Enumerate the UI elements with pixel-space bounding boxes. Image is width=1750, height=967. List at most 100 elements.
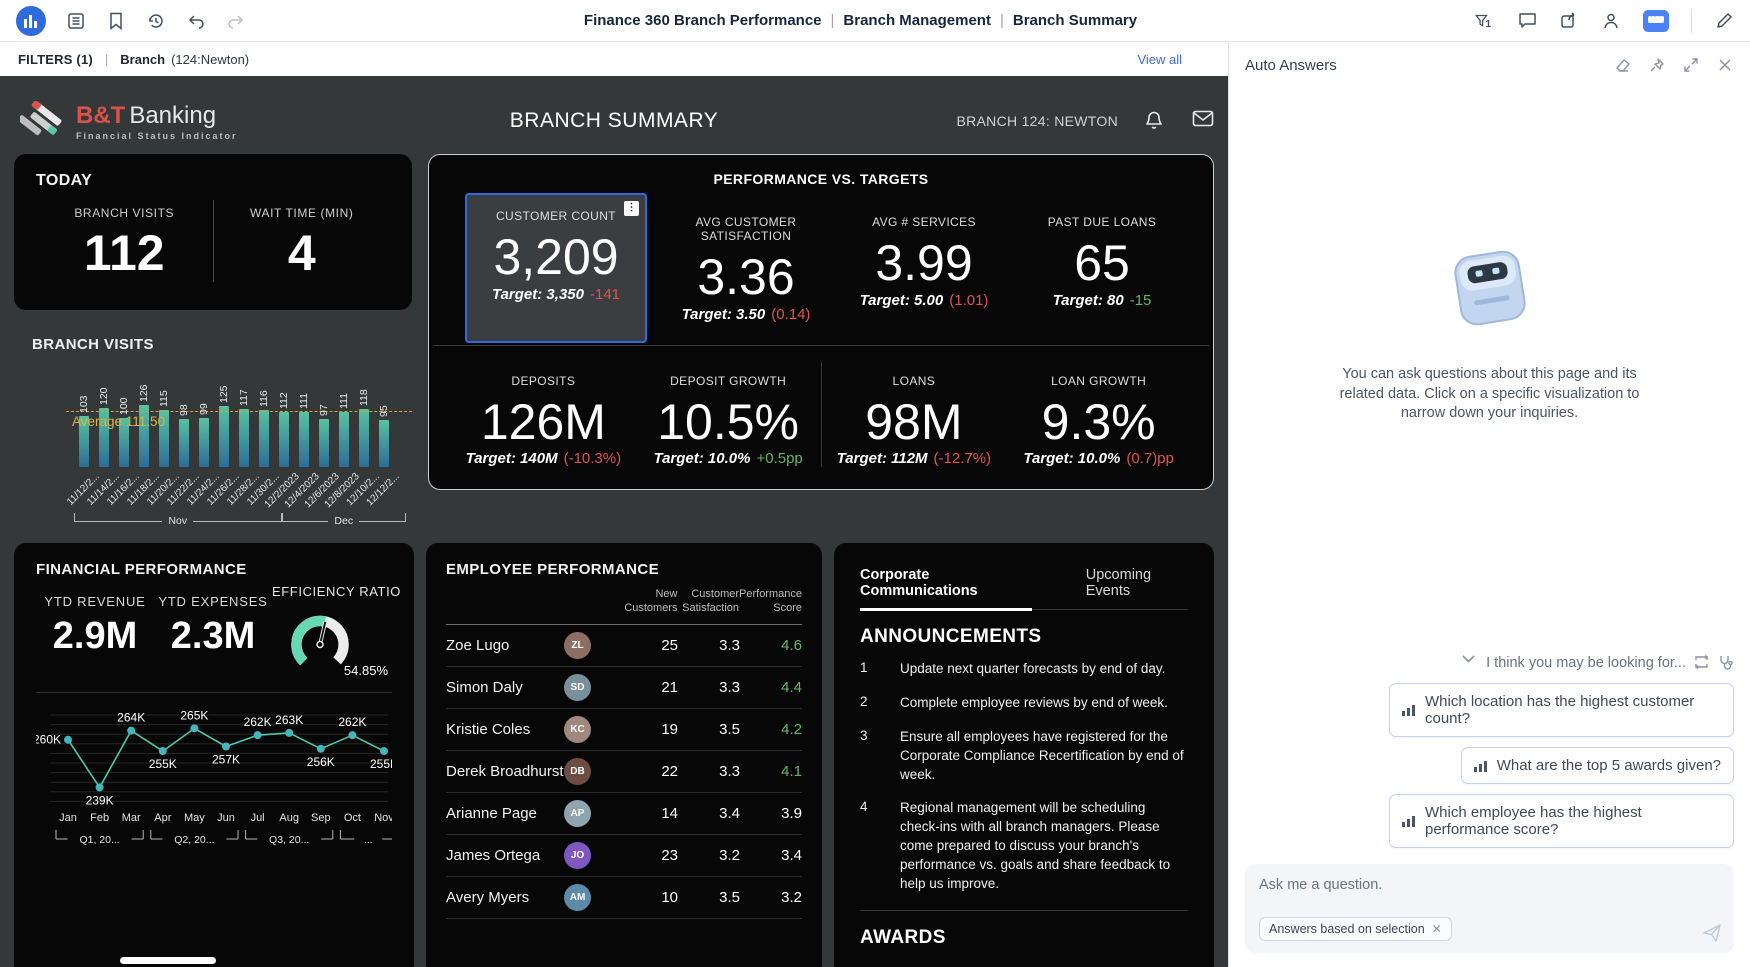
suggestion-chip[interactable]: What are the top 5 awards given? [1461, 747, 1734, 784]
employee-row[interactable]: Avery MyersAM103.53.2 [446, 877, 802, 919]
redo-icon[interactable] [226, 11, 246, 31]
bell-icon[interactable] [1144, 110, 1166, 132]
selection-context-chip[interactable]: Answers based on selection ✕ [1259, 917, 1452, 941]
financial-panel[interactable]: FINANCIAL PERFORMANCE YTD REVENUE 2.9M Y… [14, 543, 414, 967]
kpi-label: CUSTOMER COUNT [467, 209, 645, 223]
employee-title: EMPLOYEE PERFORMANCE [446, 561, 802, 578]
bar[interactable] [319, 419, 329, 467]
kpi-avg-services[interactable]: AVG # SERVICES3.99Target: 5.00(1.01) [835, 203, 1013, 323]
employee-row[interactable]: James OrtegaJO233.23.4 [446, 835, 802, 877]
branch-label: BRANCH 124: NEWTON [956, 113, 1118, 129]
kpi-avg-customer-satisfaction[interactable]: AVG CUSTOMER SATISFACTION3.36Target: 3.5… [657, 203, 835, 323]
data-point[interactable] [159, 747, 167, 755]
employee-row[interactable]: Simon DalySD213.34.4 [446, 667, 802, 709]
avatar-cell: DB [564, 758, 616, 785]
bar[interactable] [259, 410, 269, 467]
data-point[interactable] [96, 783, 104, 791]
divider [36, 692, 392, 693]
auto-answers-panel: Auto Answers [1228, 42, 1750, 967]
bar[interactable] [359, 409, 369, 467]
kpi-ytd-expenses[interactable]: YTD EXPENSES 2.3M [154, 594, 272, 678]
comment-icon[interactable] [1517, 11, 1537, 31]
efficiency-gauge[interactable]: EFFICIENCY RATIO 54.85% [272, 584, 392, 678]
kpi-deposits[interactable]: DEPOSITS126MTarget: 140M(-10.3%) [451, 362, 636, 468]
refresh-icon[interactable] [1694, 655, 1710, 671]
insights-icon[interactable] [1718, 655, 1734, 671]
tab-corporate-communications[interactable]: Corporate Communications [860, 559, 1032, 609]
data-point[interactable] [127, 727, 135, 735]
employee-row[interactable]: Zoe LugoZL253.34.6 [446, 625, 802, 667]
chevron-down-icon[interactable] [1462, 655, 1478, 671]
app-logo-icon[interactable] [16, 6, 46, 36]
kpi-branch-visits[interactable]: BRANCH VISITS 112 [36, 200, 213, 282]
title-segment-2: Branch Management [843, 12, 991, 29]
ask-input-area[interactable]: Ask me a question. Answers based on sele… [1245, 864, 1734, 953]
bar[interactable] [279, 412, 289, 467]
kpi-customer-count[interactable]: ⋮CUSTOMER COUNT3,209Target: 3,350-141 [465, 193, 647, 343]
close-icon[interactable] [1716, 56, 1734, 74]
announcement-item: 3Ensure all employees have registered fo… [860, 728, 1188, 785]
bar[interactable] [199, 418, 209, 467]
data-point[interactable] [380, 747, 388, 755]
performance-score-value: 3.4 [740, 847, 802, 864]
filters-label[interactable]: FILTERS (1) [18, 52, 93, 67]
filter-chip-value[interactable]: (124:Newton) [171, 52, 249, 67]
branch-visits-title: BRANCH VISITS [32, 336, 412, 353]
awards-title: AWARDS [860, 910, 1188, 949]
edit-icon[interactable] [1714, 11, 1734, 31]
send-icon[interactable] [1702, 923, 1722, 943]
revenue-trend-chart[interactable]: 260K239K264K255K265K257K262K263K256K262K… [36, 697, 392, 849]
data-point[interactable] [348, 731, 356, 739]
kpi-wait-time[interactable]: WAIT TIME (MIN) 4 [213, 200, 391, 282]
kpi-past-due-loans[interactable]: PAST DUE LOANS65Target: 80-15 [1013, 203, 1191, 323]
data-point[interactable] [285, 729, 293, 737]
pin-icon[interactable] [1648, 56, 1666, 74]
expand-icon[interactable] [1682, 56, 1700, 74]
mail-icon[interactable] [1192, 110, 1214, 132]
horizontal-scrollbar-thumb[interactable] [120, 957, 216, 964]
share-icon[interactable] [1559, 11, 1579, 31]
kpi-loan-growth[interactable]: LOAN GROWTH9.3%Target: 10.0%(0.7)pp [1006, 362, 1191, 468]
auto-answers-icon[interactable] [1643, 10, 1669, 32]
auto-answers-intro: You can ask questions about this page an… [1325, 365, 1655, 424]
filter-chip-name[interactable]: Branch [120, 52, 165, 67]
bar[interactable] [239, 409, 249, 467]
performance-panel[interactable]: PERFORMANCE VS. TARGETS ⋮CUSTOMER COUNT3… [428, 154, 1214, 490]
kpi-loans[interactable]: LOANS98MTarget: 112M(-12.7%) [821, 362, 1007, 468]
bar-slot: 99 [194, 371, 214, 467]
kebab-menu-icon[interactable]: ⋮ [624, 201, 639, 216]
month-bracket: Dec [282, 513, 407, 527]
data-point[interactable] [190, 724, 198, 732]
employee-row[interactable]: Arianne PageAP143.43.9 [446, 793, 802, 835]
data-point[interactable] [317, 745, 325, 753]
kpi-target: Target: 3,350-141 [467, 286, 645, 303]
employee-row[interactable]: Kristie ColesKC193.54.2 [446, 709, 802, 751]
ask-placeholder[interactable]: Ask me a question. [1259, 877, 1720, 893]
branch-visits-chart[interactable]: BRANCH VISITS Average 111.50 10312010012… [14, 336, 412, 527]
data-point[interactable] [64, 736, 72, 744]
view-all-link[interactable]: View all [1137, 52, 1182, 67]
bookmark-icon[interactable] [106, 11, 126, 31]
kpi-deposit-growth[interactable]: DEPOSIT GROWTH10.5%Target: 10.0%+0.5pp [636, 362, 821, 468]
data-point[interactable] [222, 743, 230, 751]
undo-icon[interactable] [186, 11, 206, 31]
suggestion-chip[interactable]: Which location has the highest customer … [1389, 683, 1734, 737]
bar[interactable] [179, 419, 189, 467]
bar[interactable] [299, 412, 309, 467]
suggestion-chip[interactable]: Which employee has the highest performan… [1389, 794, 1734, 848]
tab-upcoming-events[interactable]: Upcoming Events [1086, 559, 1188, 609]
data-point[interactable] [254, 731, 262, 739]
contents-icon[interactable] [66, 11, 86, 31]
bar[interactable] [219, 406, 229, 468]
title-segment-1: Finance 360 Branch Performance [584, 12, 822, 29]
bar[interactable] [339, 412, 349, 467]
eraser-icon[interactable] [1614, 56, 1632, 74]
employee-row[interactable]: Derek BroadhurstDB223.34.1 [446, 751, 802, 793]
chip-close-icon[interactable]: ✕ [1432, 922, 1442, 936]
bar[interactable] [379, 420, 389, 467]
kpi-ytd-revenue[interactable]: YTD REVENUE 2.9M [36, 594, 154, 678]
account-icon[interactable] [1601, 11, 1621, 31]
history-icon[interactable] [146, 11, 166, 31]
avatar: ZL [564, 632, 591, 659]
filter-icon[interactable]: 1 [1475, 11, 1495, 31]
